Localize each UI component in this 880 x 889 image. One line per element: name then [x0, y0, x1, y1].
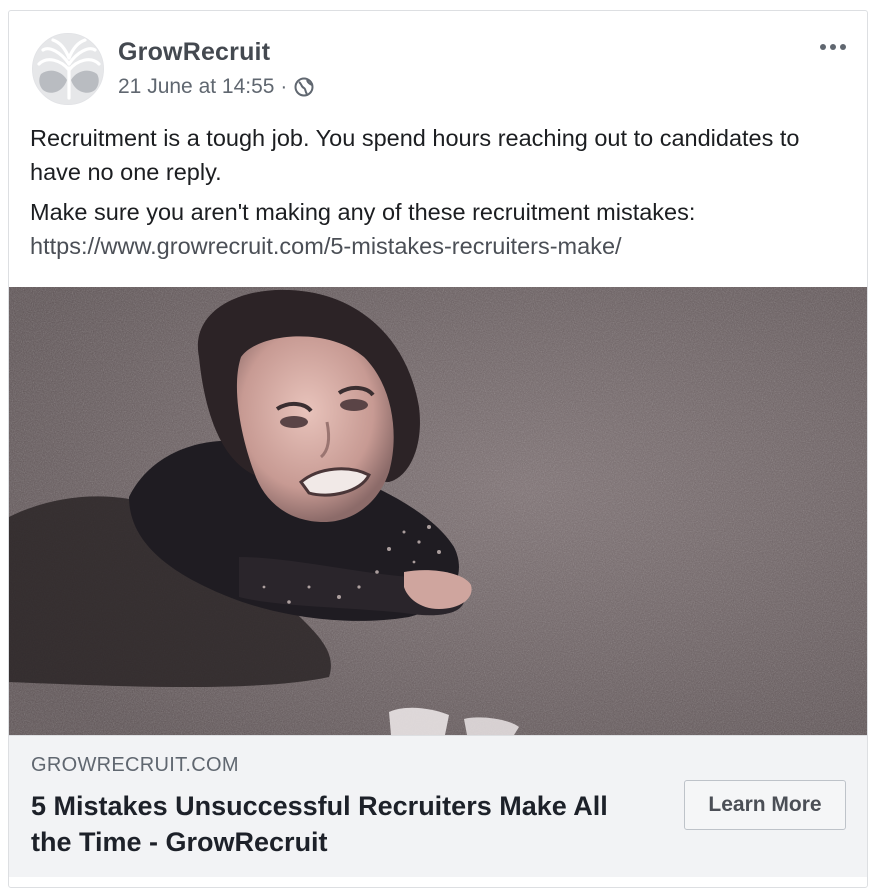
post-paragraph-text: Make sure you aren't making any of these… [30, 199, 696, 225]
post-paragraph: Make sure you aren't making any of these… [30, 195, 850, 263]
meta-separator: · [280, 75, 288, 98]
globe-icon[interactable] [293, 76, 315, 98]
upset-woman-photo [9, 287, 867, 735]
page-avatar[interactable] [32, 33, 104, 105]
link-domain: GROWRECRUIT.COM [31, 754, 239, 776]
learn-more-button[interactable]: Learn More [684, 780, 846, 830]
post-card: GrowRecruit 21 June at 14:55 · Recruitme… [8, 10, 868, 888]
link-preview[interactable]: GROWRECRUIT.COM 5 Mistakes Unsuccessful … [9, 735, 867, 877]
post-timestamp[interactable]: 21 June at 14:55 [118, 75, 274, 99]
more-dot [840, 44, 846, 50]
post-paragraph: Recruitment is a tough job. You spend ho… [30, 125, 800, 185]
more-options-icon[interactable] [815, 35, 851, 59]
post-link[interactable]: https://www.growrecruit.com/5-mistakes-r… [30, 233, 622, 259]
growrecruit-logo-icon [33, 34, 103, 104]
page-name[interactable]: GrowRecruit [118, 38, 270, 67]
post-header: GrowRecruit 21 June at 14:55 · [9, 11, 867, 111]
link-headline[interactable]: 5 Mistakes Unsuccessful Recruiters Make … [31, 788, 651, 860]
post-meta: 21 June at 14:55 · [118, 75, 315, 99]
post-body: Recruitment is a tough job. You spend ho… [30, 121, 850, 263]
more-dot [820, 44, 826, 50]
post-image[interactable] [9, 287, 867, 735]
more-dot [830, 44, 836, 50]
